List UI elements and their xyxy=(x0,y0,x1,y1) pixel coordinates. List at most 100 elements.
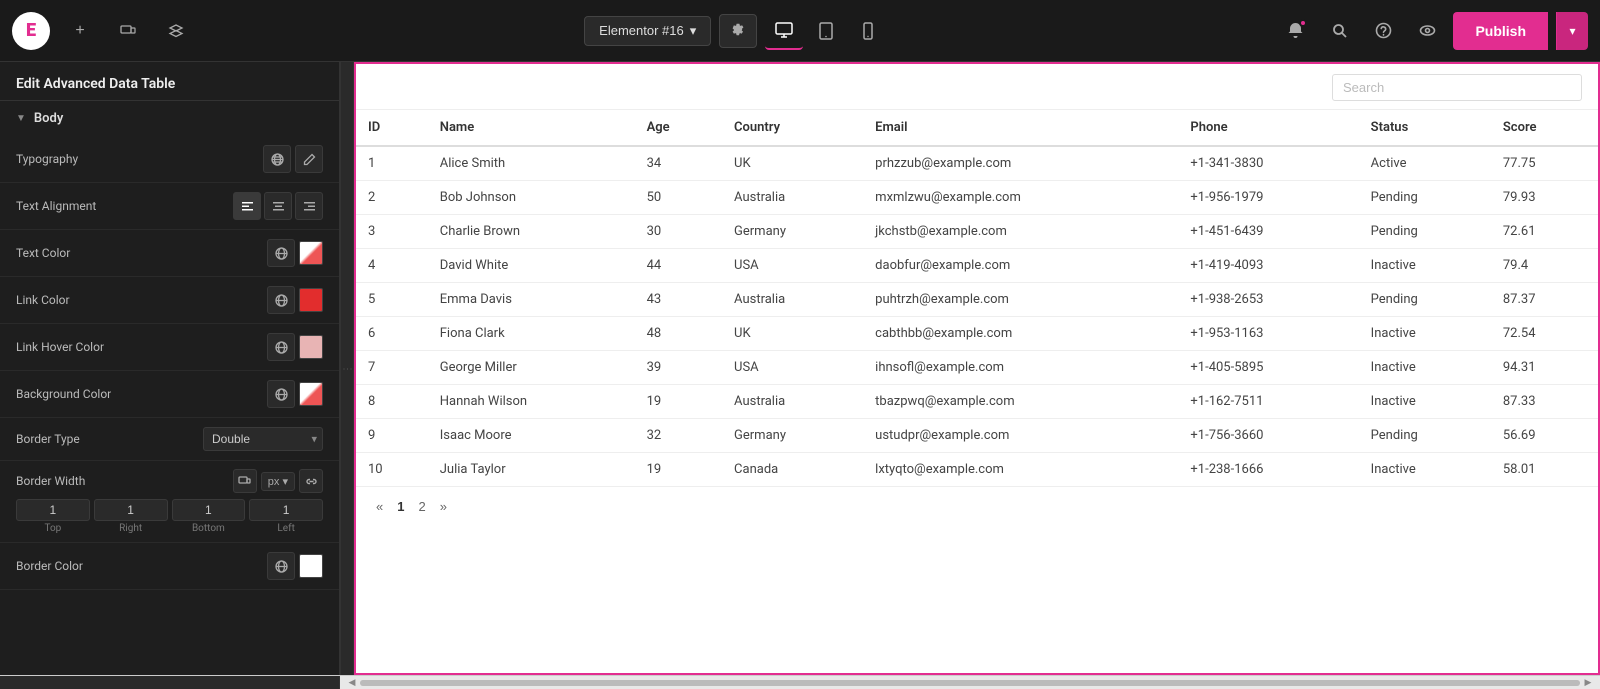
help-button[interactable] xyxy=(1365,13,1401,49)
publish-dropdown-button[interactable]: ▾ xyxy=(1556,12,1588,50)
pagination-page-2-button[interactable]: 2 xyxy=(414,497,429,516)
bottom-scrollbar-track[interactable] xyxy=(360,680,1580,686)
link-color-global-button[interactable] xyxy=(267,286,295,314)
table-cell: ihnsofl@example.com xyxy=(863,351,1178,385)
table-cell: 39 xyxy=(635,351,722,385)
table-cell: puhtrzh@example.com xyxy=(863,283,1178,317)
notifications-button[interactable] xyxy=(1277,13,1313,49)
canvas-area: ID Name Age Country Email Phone Status S… xyxy=(354,62,1600,675)
col-country: Country xyxy=(722,110,863,146)
panel-header: Edit Advanced Data Table xyxy=(0,62,339,101)
border-width-top-group: Top xyxy=(16,499,90,534)
table-cell: 72.61 xyxy=(1491,215,1598,249)
border-width-left-input[interactable] xyxy=(249,499,323,521)
bottom-scroll-left-arrow[interactable]: ◀ xyxy=(344,678,360,688)
table-row: 3Charlie Brown30Germanyjkchstb@example.c… xyxy=(356,215,1598,249)
text-color-swatch[interactable] xyxy=(299,241,323,265)
table-cell: 10 xyxy=(356,453,428,487)
desktop-view-button[interactable] xyxy=(765,12,803,50)
preview-button[interactable] xyxy=(1409,13,1445,49)
settings-button[interactable] xyxy=(719,14,757,48)
link-hover-color-global-button[interactable] xyxy=(267,333,295,361)
table-cell: Pending xyxy=(1359,419,1491,453)
tablet-view-button[interactable] xyxy=(807,12,845,50)
layers-button[interactable] xyxy=(158,13,194,49)
table-cell: 87.33 xyxy=(1491,385,1598,419)
border-width-link-button[interactable] xyxy=(299,469,323,493)
col-name: Name xyxy=(428,110,635,146)
typography-global-button[interactable] xyxy=(263,145,291,173)
table-row: 10Julia Taylor19Canadalxtyqto@example.co… xyxy=(356,453,1598,487)
align-right-button[interactable] xyxy=(295,192,323,220)
table-cell: +1-956-1979 xyxy=(1178,181,1358,215)
topbar-right: Publish ▾ xyxy=(1277,12,1588,50)
table-row: 1Alice Smith34UKprhzzub@example.com+1-34… xyxy=(356,146,1598,181)
table-cell: cabthbb@example.com xyxy=(863,317,1178,351)
table-cell: ustudpr@example.com xyxy=(863,419,1178,453)
responsive-mode-button[interactable] xyxy=(110,13,146,49)
add-element-button[interactable]: + xyxy=(62,13,98,49)
main-area: Edit Advanced Data Table ▼ Body Typograp… xyxy=(0,62,1600,675)
background-color-actions xyxy=(267,380,323,408)
border-width-device-icon[interactable] xyxy=(233,469,257,493)
table-cell: Julia Taylor xyxy=(428,453,635,487)
bottom-scroll-right-arrow[interactable]: ▶ xyxy=(1580,678,1596,688)
pagination-next-button[interactable]: » xyxy=(436,497,451,516)
border-type-select[interactable]: None Solid Double Dotted Dashed Groove xyxy=(203,427,323,451)
mobile-view-button[interactable] xyxy=(849,12,887,50)
table-cell: +1-953-1163 xyxy=(1178,317,1358,351)
table-cell: 79.4 xyxy=(1491,249,1598,283)
table-cell: Isaac Moore xyxy=(428,419,635,453)
align-center-button[interactable] xyxy=(264,192,292,220)
table-header: ID Name Age Country Email Phone Status S… xyxy=(356,110,1598,146)
border-width-unit-button[interactable]: px ▾ xyxy=(261,472,295,491)
body-section-header[interactable]: ▼ Body xyxy=(0,101,339,136)
table-cell: UK xyxy=(722,317,863,351)
border-width-right-input[interactable] xyxy=(94,499,168,521)
bottom-scrollbar-thumb[interactable] xyxy=(360,680,1580,686)
table-cell: Bob Johnson xyxy=(428,181,635,215)
pagination-page-1-button[interactable]: 1 xyxy=(393,497,408,516)
link-hover-color-control-row: Link Hover Color xyxy=(0,324,339,371)
table-cell: 19 xyxy=(635,453,722,487)
section-body-label: Body xyxy=(34,111,63,126)
table-row: 7George Miller39USAihnsofl@example.com+1… xyxy=(356,351,1598,385)
data-table: ID Name Age Country Email Phone Status S… xyxy=(356,110,1598,487)
border-color-swatch[interactable] xyxy=(299,554,323,578)
elementor-logo[interactable]: E xyxy=(12,12,50,50)
background-color-label: Background Color xyxy=(16,387,267,401)
table-cell: +1-419-4093 xyxy=(1178,249,1358,283)
table-cell: +1-238-1666 xyxy=(1178,453,1358,487)
pagination-prev-button[interactable]: « xyxy=(372,497,387,516)
table-cell: 9 xyxy=(356,419,428,453)
table-cell: 7 xyxy=(356,351,428,385)
border-color-global-button[interactable] xyxy=(267,552,295,580)
border-width-bottom-input[interactable] xyxy=(172,499,246,521)
table-row: 4David White44USAdaobfur@example.com+1-4… xyxy=(356,249,1598,283)
table-cell: +1-756-3660 xyxy=(1178,419,1358,453)
search-button[interactable] xyxy=(1321,13,1357,49)
publish-button[interactable]: Publish xyxy=(1453,12,1548,50)
typography-edit-button[interactable] xyxy=(295,145,323,173)
background-color-swatch[interactable] xyxy=(299,382,323,406)
background-color-global-button[interactable] xyxy=(267,380,295,408)
link-hover-color-swatch[interactable] xyxy=(299,335,323,359)
resize-handle[interactable]: ⋮ xyxy=(340,62,354,675)
table-cell: Charlie Brown xyxy=(428,215,635,249)
table-cell: UK xyxy=(722,146,863,181)
border-width-top-input[interactable] xyxy=(16,499,90,521)
table-row: 6Fiona Clark48UKcabthbb@example.com+1-95… xyxy=(356,317,1598,351)
table-cell: Australia xyxy=(722,283,863,317)
resize-icon: ⋮ xyxy=(342,364,353,374)
bottom-bar: ◀ ▶ xyxy=(0,675,1600,689)
table-cell: +1-938-2653 xyxy=(1178,283,1358,317)
align-left-button[interactable] xyxy=(233,192,261,220)
link-color-swatch[interactable] xyxy=(299,288,323,312)
text-color-global-button[interactable] xyxy=(267,239,295,267)
elementor-title-button[interactable]: Elementor #16 ▾ xyxy=(584,16,711,46)
bottom-bar-spacer xyxy=(0,676,340,689)
table-search-input[interactable] xyxy=(1332,74,1582,101)
topbar-left: E + xyxy=(12,12,194,50)
table-cell: Alice Smith xyxy=(428,146,635,181)
border-width-top-row: Border Width px ▾ xyxy=(16,469,323,493)
